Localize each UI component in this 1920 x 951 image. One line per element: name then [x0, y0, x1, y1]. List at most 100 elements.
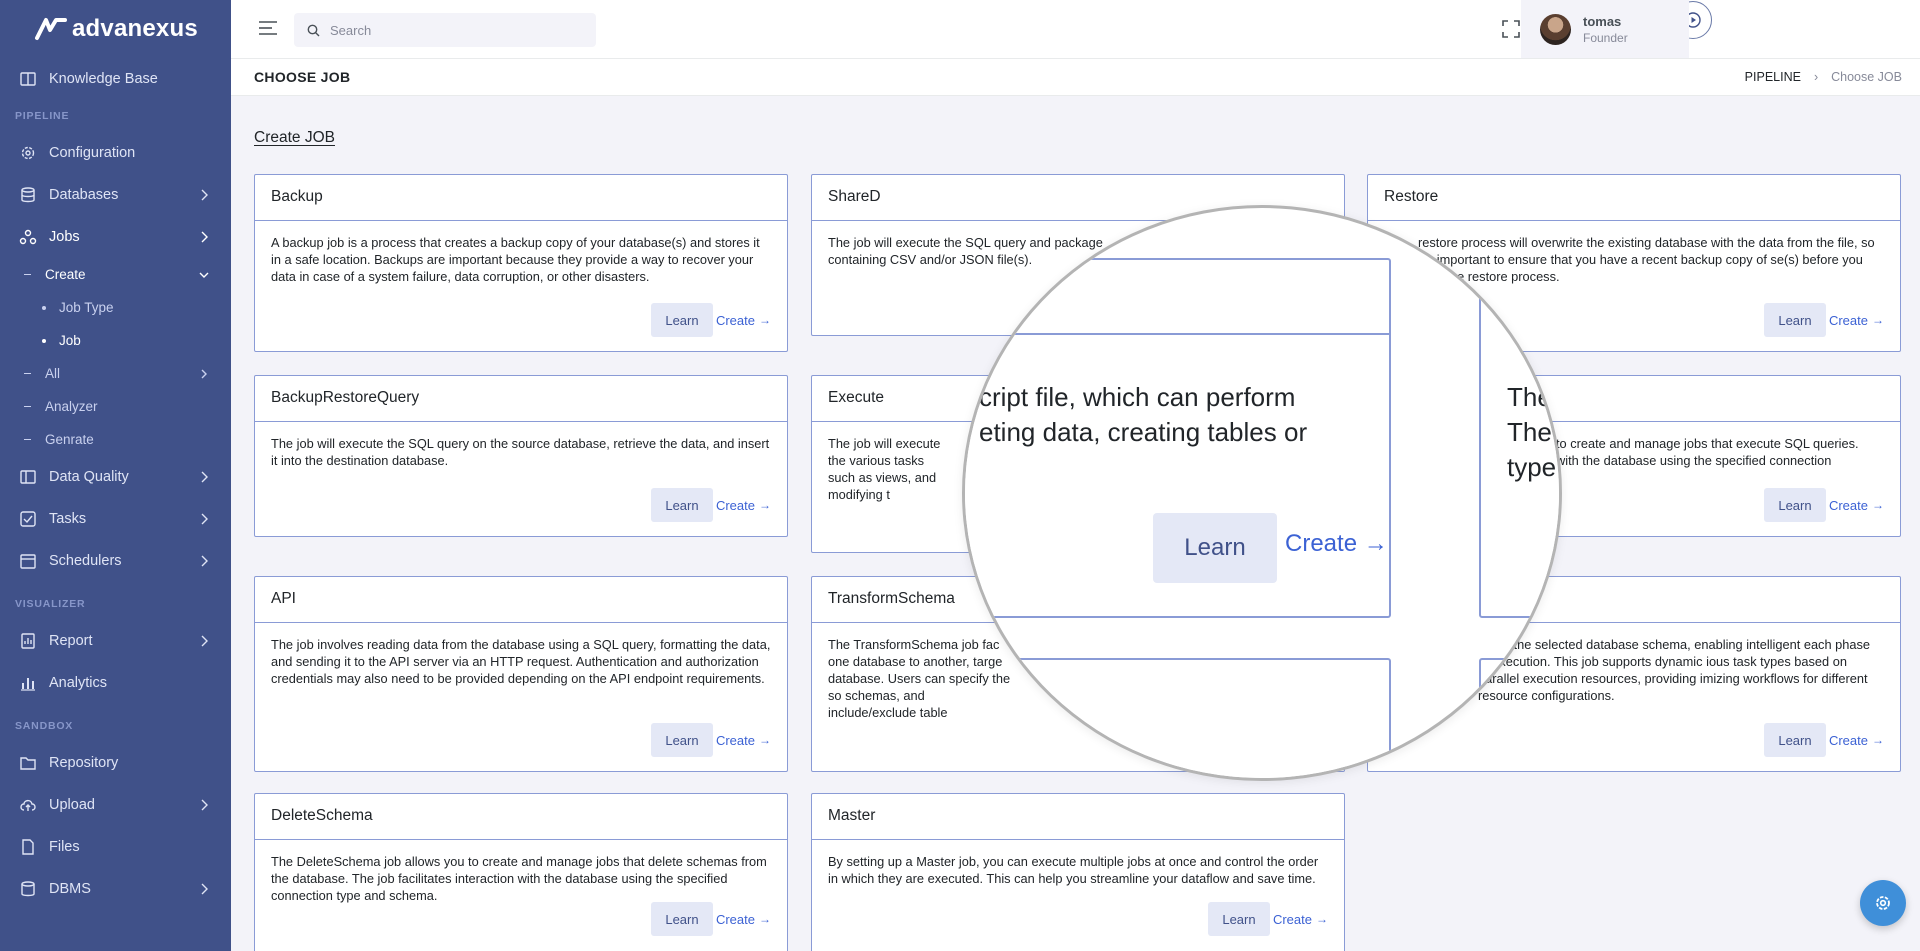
sidebar-item-configuration[interactable]: Configuration — [0, 132, 231, 174]
magnified-text-line: eting data, creating tables or — [979, 417, 1308, 447]
sidebar-item-label: Analytics — [49, 675, 108, 691]
file-icon — [22, 839, 34, 855]
job-card-backup-restore-query: BackupRestoreQuery The job will execute … — [254, 375, 788, 537]
dot-icon — [42, 305, 46, 310]
page-title: CHOOSE JOB — [254, 69, 351, 85]
chevron-right-icon — [201, 231, 208, 243]
user-menu[interactable]: tomas Founder — [1521, 0, 1689, 58]
dot-icon — [42, 338, 46, 343]
sidebar-item-upload[interactable]: Upload — [0, 784, 231, 826]
server-icon — [21, 881, 35, 897]
learn-button[interactable]: Learn — [1763, 303, 1826, 337]
learn-button[interactable]: Learn — [650, 303, 713, 337]
sidebar-item-schedulers[interactable]: Schedulers — [0, 540, 231, 582]
magnified-create-link: Create → — [1285, 530, 1388, 558]
sidebar-item-label: Configuration — [49, 145, 136, 161]
search-input[interactable] — [330, 22, 580, 38]
chevron-right-icon — [201, 883, 208, 895]
sidebar-item-job-type[interactable]: Job Type — [0, 291, 231, 324]
chevron-right-icon — [201, 513, 208, 525]
card-title: DeleteSchema — [255, 794, 787, 840]
sidebar-item-knowledge-base[interactable]: Knowledge Base — [0, 58, 231, 100]
create-link[interactable]: Create → — [1829, 498, 1884, 513]
create-label: Create — [715, 497, 755, 513]
sidebar-item-label: DBMS — [49, 881, 91, 897]
card-actions: Learn Create → — [650, 303, 771, 337]
report-icon — [21, 633, 35, 649]
job-card-master: Master By setting up a Master job, you c… — [811, 793, 1345, 951]
layers-icon — [20, 470, 36, 484]
arrow-right-icon: → — [759, 912, 771, 926]
sidebar-item-analytics[interactable]: Analytics — [0, 662, 231, 704]
sidebar-item-label: Job Type — [59, 300, 114, 315]
sidebar-item-label: Files — [49, 839, 80, 855]
sidebar-item-all[interactable]: All — [0, 357, 231, 390]
arrow-right-icon: → — [759, 313, 771, 327]
sidebar-item-jobs[interactable]: Jobs — [0, 216, 231, 258]
learn-button[interactable]: Learn — [1207, 902, 1270, 936]
sidebar-item-files[interactable]: Files — [0, 826, 231, 868]
card-actions: Learn Create → — [1763, 303, 1884, 337]
sidebar-item-dbms[interactable]: DBMS — [0, 868, 231, 910]
create-link[interactable]: Create → — [716, 733, 771, 748]
magnified-text-line: The — [1507, 417, 1552, 447]
sidebar-item-databases[interactable]: Databases — [0, 174, 231, 216]
chevron-right-icon — [201, 799, 208, 811]
sidebar-item-report[interactable]: Report — [0, 620, 231, 662]
dash-icon — [24, 372, 31, 375]
create-label: Create — [1828, 497, 1868, 513]
learn-button[interactable]: Learn — [1763, 488, 1826, 522]
sidebar-item-label: Knowledge Base — [49, 71, 158, 87]
create-link[interactable]: Create → — [1829, 313, 1884, 328]
learn-button[interactable]: Learn — [650, 488, 713, 522]
sidebar-item-repository[interactable]: Repository — [0, 742, 231, 784]
search-box[interactable] — [294, 13, 596, 47]
sidebar-item-label: Jobs — [49, 229, 80, 245]
job-card-delete-schema: DeleteSchema The DeleteSchema job allows… — [254, 793, 788, 951]
sidebar-item-data-quality[interactable]: Data Quality — [0, 456, 231, 498]
card-description: A backup job is a process that creates a… — [271, 235, 760, 284]
learn-button[interactable]: Learn — [650, 723, 713, 757]
dash-icon — [24, 438, 31, 441]
chevron-right-icon — [201, 555, 208, 567]
create-label: Create — [715, 732, 755, 748]
card-title: API — [255, 577, 787, 623]
create-link[interactable]: Create → — [1829, 733, 1884, 748]
search-icon — [307, 24, 320, 36]
create-link[interactable]: Create → — [716, 313, 771, 328]
arrow-right-icon: → — [1363, 530, 1388, 557]
learn-button[interactable]: Learn — [650, 902, 713, 936]
section-heading: Create JOB — [254, 129, 335, 146]
hamburger-menu-icon[interactable] — [258, 20, 278, 36]
card-title: Backup — [255, 175, 787, 221]
chevron-down-icon — [199, 272, 209, 278]
create-label: Create — [715, 312, 755, 328]
sidebar-item-create[interactable]: Create — [0, 258, 231, 291]
arrow-right-icon: → — [1872, 313, 1884, 327]
book-icon — [20, 72, 36, 86]
card-description: The job will execute the SQL query on th… — [271, 436, 770, 468]
create-link[interactable]: Create → — [716, 498, 771, 513]
brand-logo[interactable]: advanexus — [0, 0, 231, 58]
magnified-create-label: Create — [1285, 530, 1358, 557]
sidebar-item-tasks[interactable]: Tasks — [0, 498, 231, 540]
create-label: Create — [1272, 911, 1312, 927]
create-link[interactable]: Create → — [716, 912, 771, 927]
sidebar-item-job[interactable]: Job — [0, 324, 231, 357]
sidebar-item-genrate[interactable]: Genrate — [0, 423, 231, 456]
learn-button[interactable]: Learn — [1763, 723, 1826, 757]
create-link[interactable]: Create → — [1273, 912, 1328, 927]
database-icon — [21, 187, 35, 203]
settings-fab[interactable] — [1860, 880, 1906, 926]
breadcrumb-parent[interactable]: PIPELINE — [1745, 70, 1801, 84]
sidebar-item-analyzer[interactable]: Analyzer — [0, 390, 231, 423]
breadcrumb-current: Choose JOB — [1831, 70, 1902, 84]
magnified-card-right-lower — [1479, 658, 1559, 778]
sidebar-item-label: Report — [49, 633, 93, 649]
card-actions: Learn Create → — [1763, 723, 1884, 757]
brand-name: advanexus — [72, 15, 198, 42]
arrow-right-icon: → — [1316, 912, 1328, 926]
fullscreen-icon[interactable] — [1500, 18, 1522, 40]
sidebar-item-label: Genrate — [45, 432, 94, 447]
sidebar-item-label: Create — [45, 267, 86, 282]
